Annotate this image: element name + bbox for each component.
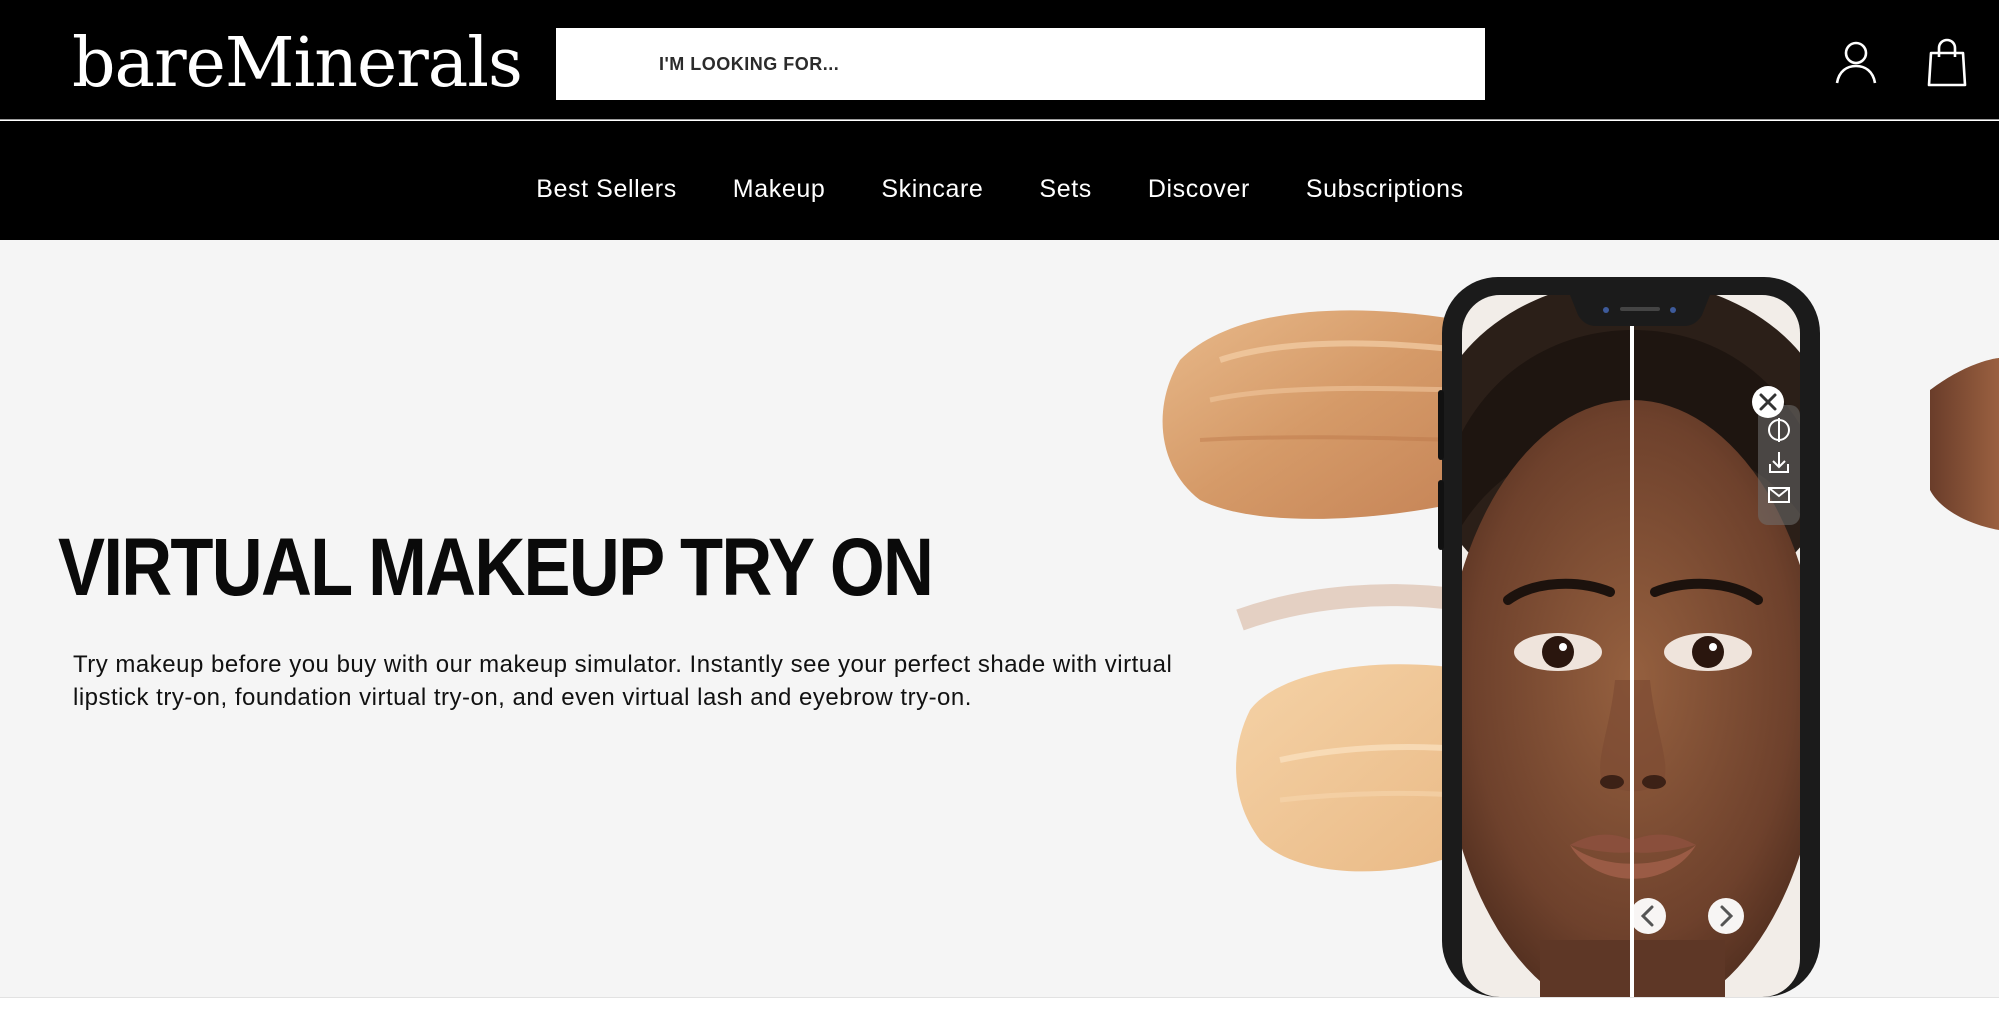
page-divider	[0, 997, 1999, 1023]
nav-item-discover[interactable]: Discover	[1148, 175, 1250, 204]
nav-item-best-sellers[interactable]: Best Sellers	[536, 175, 677, 204]
main-nav: Best Sellers Makeup Skincare Sets Discov…	[0, 121, 1999, 240]
prev-shade-button[interactable]	[1630, 898, 1666, 934]
search-input[interactable]	[556, 28, 1485, 100]
close-try-on-button[interactable]	[1752, 386, 1784, 418]
nav-item-makeup[interactable]: Makeup	[733, 175, 826, 204]
foundation-swatch-dark	[1930, 358, 1999, 530]
cart-button[interactable]	[1920, 36, 1974, 90]
site-header: bareMinerals	[0, 0, 1999, 120]
brand-logo[interactable]: bareMinerals	[72, 28, 523, 100]
hero-description: Try makeup before you buy with our makeu…	[73, 651, 1173, 711]
user-icon	[1835, 41, 1877, 84]
account-button[interactable]	[1829, 36, 1883, 90]
nav-item-skincare[interactable]: Skincare	[881, 175, 983, 204]
hero-title: VIRTUAL MAKEUP TRY ON	[58, 522, 934, 613]
hero-banner: VIRTUAL MAKEUP TRY ON Try makeup before …	[0, 240, 1999, 997]
nav-list: Best Sellers Makeup Skincare Sets Discov…	[0, 121, 1999, 240]
nav-item-subscriptions[interactable]: Subscriptions	[1306, 175, 1464, 204]
compare-divider	[1630, 295, 1634, 997]
nav-item-sets[interactable]: Sets	[1039, 175, 1091, 204]
virtual-try-on-illustration	[1162, 277, 1999, 997]
next-shade-button[interactable]	[1708, 898, 1744, 934]
shopping-bag-icon	[1927, 38, 1967, 87]
